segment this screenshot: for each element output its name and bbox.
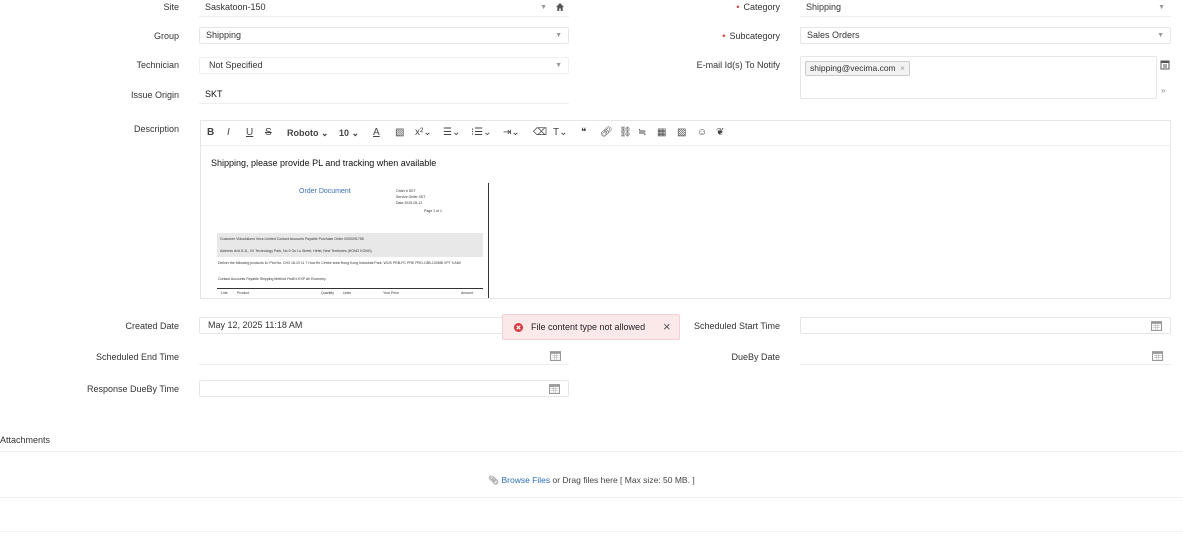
technician-label: Technician (136, 60, 179, 70)
email-notify-label: E-mail Id(s) To Notify (696, 60, 780, 70)
attachments-title: Attachments (0, 435, 51, 445)
issue-origin-label: Issue Origin (130, 90, 179, 100)
calendar-icon[interactable] (1151, 320, 1162, 331)
doc-contact-row: Contact Accounts Payable Shipping Method… (218, 277, 326, 281)
address-book-icon[interactable] (1160, 60, 1170, 70)
clear-format-button[interactable]: ⌫ (533, 127, 547, 139)
category-label: • Category (736, 2, 780, 12)
scheduled-end-input[interactable] (199, 348, 569, 365)
site-label: Site (163, 2, 179, 12)
unlink-icon[interactable]: ⛓︎ (619, 127, 632, 139)
calendar-icon[interactable] (549, 383, 560, 394)
remove-chip-icon[interactable]: × (900, 63, 905, 73)
doc-table-rule (217, 288, 483, 289)
doc-col-quantity: Quantity (321, 291, 335, 295)
chevron-down-icon: ▼ (555, 62, 562, 69)
link-icon[interactable]: 🔗︎ (600, 127, 613, 139)
italic-button[interactable]: I (227, 127, 230, 139)
dueby-date-label: DueBy Date (731, 352, 780, 362)
created-date-value: May 12, 2025 11:18 AM (208, 320, 303, 330)
issue-origin-input[interactable]: SKT (199, 87, 569, 104)
error-icon (514, 323, 523, 332)
issue-origin-value: SKT (205, 89, 223, 99)
home-icon[interactable] (555, 2, 565, 12)
scheduled-start-input[interactable] (800, 317, 1171, 334)
email-chip: shipping@vecima.com × (805, 61, 910, 76)
attachments-dropzone[interactable]: 📎︎ Browse Files or Drag files here [ Max… (0, 465, 1183, 495)
doc-meta-1: Order # SKT (396, 189, 416, 193)
site-value: Saskatoon-150 (205, 2, 266, 12)
calendar-icon[interactable] (1152, 350, 1163, 361)
scheduled-end-label: Scheduled End Time (95, 352, 179, 362)
font-family-select[interactable]: Roboto ⌄ (287, 127, 329, 139)
editor-toolbar: B I U S Roboto ⌄ 10 ⌄ A ▧ x²⌄ ☰⌄ ⁝☰⌄ ⇥⌄ … (200, 120, 1171, 146)
superscript-button[interactable]: x²⌄ (415, 127, 432, 139)
doc-meta-3: Date 2025-05-12 (396, 201, 423, 205)
align-button[interactable]: ☰⌄ (443, 127, 460, 139)
doc-col-price: Your Price (383, 291, 400, 295)
list-button[interactable]: ⁝☰⌄ (471, 127, 492, 139)
indent-button[interactable]: ⇥⌄ (503, 127, 520, 139)
text-transform-button[interactable]: T⌄ (553, 127, 568, 139)
doc-customer-row: Customer Vidsolutions Vecs Limited Conta… (220, 237, 364, 241)
chevron-down-icon: ▼ (540, 4, 547, 11)
dueby-date-input[interactable] (800, 348, 1171, 365)
scheduled-start-label: Scheduled Start Time (693, 321, 780, 331)
site-select[interactable]: Saskatoon-150 ▼ (199, 0, 569, 17)
doc-col-line: Line (221, 291, 228, 295)
paperclip-icon: 📎︎ (488, 475, 500, 485)
technician-value: Not Specified (209, 60, 263, 70)
footer-divider (0, 531, 1183, 532)
error-toast-message: File content type not allowed (531, 322, 646, 332)
drop-hint: or Drag files here [ Max size: 50 MB. ] (550, 475, 695, 485)
attachments-bottom-divider (0, 497, 1183, 498)
email-chip-text: shipping@vecima.com (810, 63, 896, 73)
subcategory-value: Sales Orders (807, 30, 860, 40)
chevron-down-icon: ▼ (555, 32, 562, 39)
emoji-icon[interactable]: ☺ (697, 127, 707, 139)
response-dueby-input[interactable] (199, 380, 569, 397)
font-size-select[interactable]: 10 ⌄ (339, 127, 359, 139)
paragraph-button[interactable]: ≒ (638, 127, 646, 139)
description-text: Shipping, please provide PL and tracking… (211, 158, 437, 168)
more-icon[interactable]: ❦ (716, 127, 724, 139)
table-icon[interactable]: ▦ (657, 127, 666, 139)
technician-select[interactable]: Not Specified ▼ (199, 57, 569, 74)
image-icon[interactable]: ▨ (677, 127, 686, 139)
doc-col-units: Units (343, 291, 351, 295)
font-color-button[interactable]: A (373, 127, 380, 139)
group-label: Group (153, 31, 179, 41)
chevron-down-icon: ▼ (1158, 4, 1165, 11)
browse-files-link[interactable]: Browse Files (501, 475, 550, 485)
doc-col-amount: Amount (461, 291, 474, 295)
highlight-button[interactable]: ▧ (395, 127, 404, 139)
email-notify-field[interactable]: shipping@vecima.com × (800, 56, 1157, 99)
doc-col-product: Product (237, 291, 250, 295)
order-document-image: Order Document Order # SKT Service Order… (211, 183, 489, 298)
doc-title: Order Document (299, 188, 351, 195)
doc-meta-4: Page 1 of 1 (424, 209, 442, 213)
quote-button[interactable]: ❝ (581, 127, 586, 139)
description-label: Description (133, 124, 179, 134)
response-dueby-label: Response DueBy Time (86, 384, 179, 394)
chevron-down-icon: ▼ (1157, 32, 1164, 39)
group-value: Shipping (206, 30, 242, 40)
doc-address-row: Address Unit 8-11, XX Technology Park, N… (220, 249, 372, 253)
created-date-label: Created Date (125, 321, 179, 331)
subcategory-label: • Subcategory (722, 31, 780, 41)
bold-button[interactable]: B (207, 127, 214, 139)
doc-deliver-row: Deliver the following products to: Plot … (218, 261, 461, 265)
group-select[interactable]: Shipping ▼ (199, 27, 569, 44)
underline-button[interactable]: U (246, 127, 253, 139)
category-value: Shipping (806, 2, 842, 12)
font-size-value: 10 (339, 128, 350, 138)
font-family-value: Roboto (287, 128, 319, 138)
doc-meta-2: Service Order SKT (396, 195, 426, 199)
attachments-divider (0, 451, 1183, 452)
subcategory-select[interactable]: Sales Orders ▼ (800, 27, 1171, 44)
category-select[interactable]: Shipping ▼ (800, 0, 1171, 17)
calendar-icon[interactable] (550, 350, 561, 361)
strikethrough-button[interactable]: S (265, 127, 272, 139)
expand-icon[interactable]: » (1161, 86, 1165, 95)
